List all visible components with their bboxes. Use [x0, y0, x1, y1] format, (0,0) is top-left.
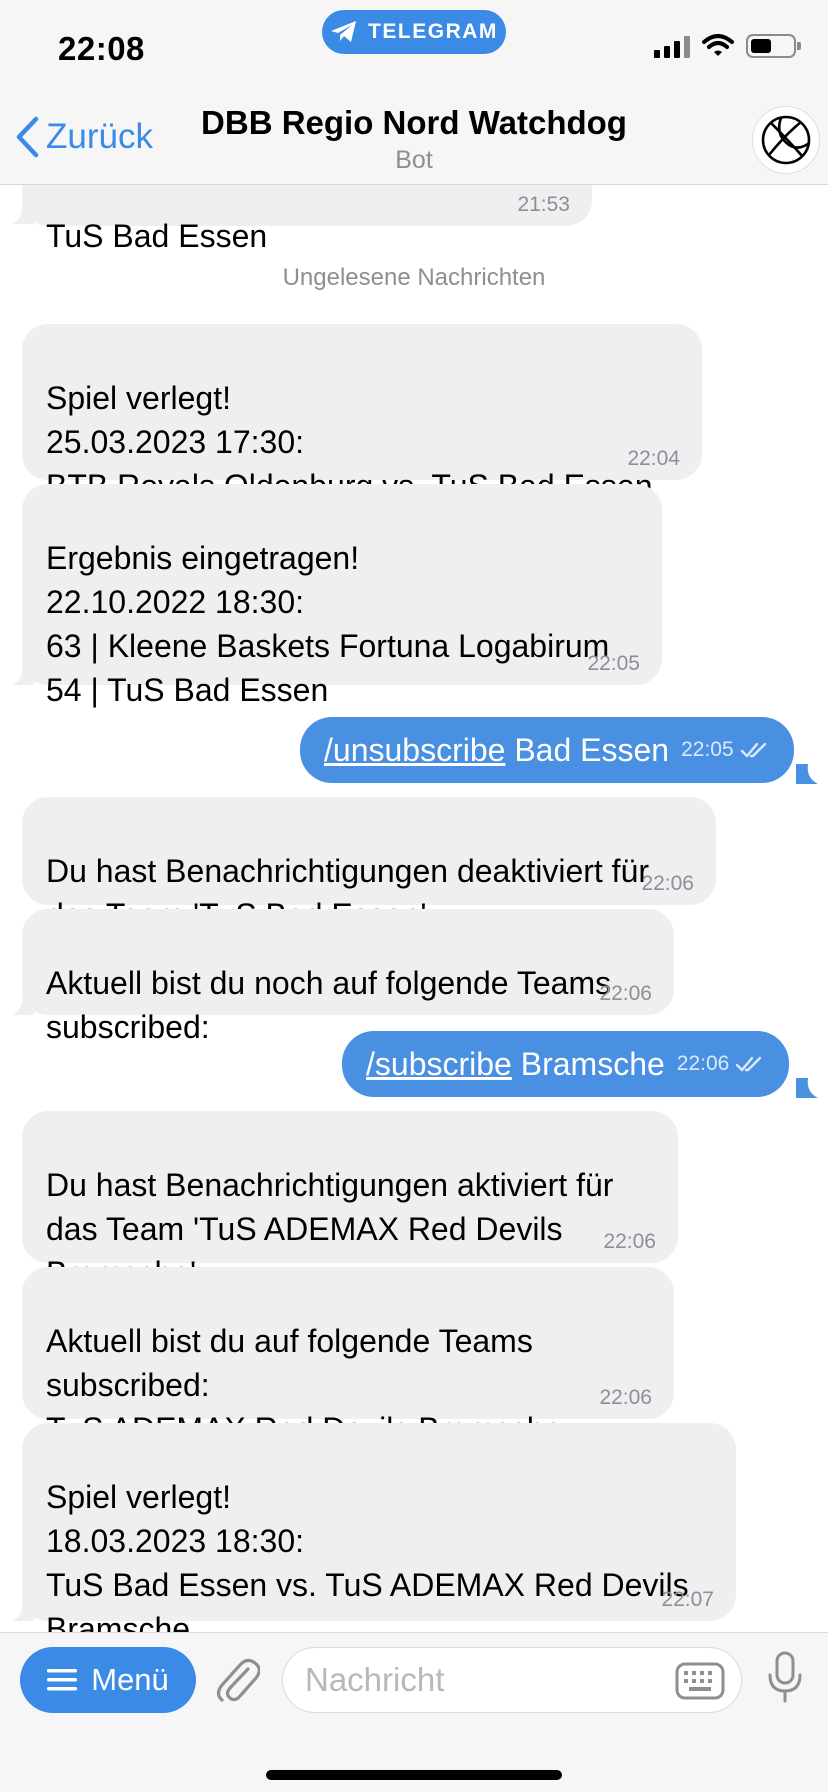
- message-time: 21:53: [517, 193, 570, 216]
- command-link-subscribe[interactable]: /subscribe: [366, 1046, 512, 1083]
- message-bubble-subscribed[interactable]: Du hast Benachrichtigungen aktiviert für…: [22, 1111, 678, 1291]
- message-bubble-game-moved-1[interactable]: Spiel verlegt! 25.03.2023 17:30: BTB Roy…: [22, 324, 702, 504]
- message-time: 22:06: [603, 1230, 656, 1253]
- message-list[interactable]: TuS Bad Essen 21:53 Ungelesene Nachricht…: [0, 184, 828, 1632]
- read-double-check-icon: [736, 1056, 762, 1072]
- telegram-pill-label: TELEGRAM: [368, 20, 498, 43]
- top-bar: 22:08 TELEGRAM Zurück DBB Regio Nord Wat…: [0, 0, 828, 185]
- message-time: 22:06: [676, 1052, 730, 1075]
- bubble-tail: [12, 665, 34, 685]
- microphone-icon[interactable]: [766, 1651, 804, 1705]
- bubble-tail: [796, 764, 818, 784]
- message-bubble-previous[interactable]: TuS Bad Essen 21:53: [22, 184, 592, 254]
- bubble-tail: [12, 1601, 34, 1621]
- telegram-pill[interactable]: TELEGRAM: [322, 10, 506, 54]
- message-bubble-current-teams[interactable]: Aktuell bist du auf folgende Teams subsc…: [22, 1267, 674, 1447]
- bubble-tail: [796, 1078, 818, 1098]
- composer-bar: Menü Nachricht: [0, 1632, 828, 1792]
- battery-icon: [746, 34, 801, 58]
- menu-label: Menü: [91, 1662, 169, 1697]
- message-time: 22:05: [681, 738, 734, 761]
- outgoing-message-subscribe[interactable]: /subscribe Bramsche 22:06: [342, 1031, 790, 1097]
- message-time: 22:06: [599, 982, 652, 1005]
- command-link-unsubscribe[interactable]: /unsubscribe: [324, 732, 505, 769]
- message-time: 22:06: [641, 872, 694, 895]
- unread-separator: Ungelesene Nachrichten: [282, 264, 546, 291]
- message-time: 22:06: [599, 1386, 652, 1409]
- chat-subtitle: Bot: [395, 146, 433, 174]
- message-text: TuS Bad Essen: [46, 218, 268, 254]
- bot-menu-button[interactable]: Menü: [20, 1647, 196, 1713]
- chat-title[interactable]: DBB Regio Nord Watchdog: [0, 104, 828, 142]
- message-bubble-result[interactable]: Ergebnis eingetragen! 22.10.2022 18:30: …: [22, 484, 662, 708]
- cellular-signal-icon: [654, 34, 690, 58]
- bubble-tail: [12, 995, 34, 1015]
- wifi-icon: [702, 34, 734, 56]
- paperclip-icon[interactable]: [214, 1655, 260, 1705]
- status-time: 22:08: [58, 30, 145, 67]
- message-time: 22:04: [627, 447, 680, 470]
- message-time: 22:05: [587, 652, 640, 675]
- message-input-placeholder: Nachricht: [305, 1661, 445, 1698]
- command-argument: Bramsche: [511, 1045, 665, 1082]
- telegram-chat-screen: 22:08 TELEGRAM Zurück DBB Regio Nord Wat…: [0, 0, 828, 1792]
- hamburger-menu-icon: [47, 1669, 78, 1691]
- message-input[interactable]: Nachricht: [282, 1647, 742, 1713]
- basketball-icon: [761, 115, 811, 165]
- keyboard-icon[interactable]: [675, 1661, 725, 1701]
- message-time: 22:07: [661, 1588, 714, 1611]
- command-argument: Bad Essen: [505, 731, 670, 768]
- status-icons: [654, 34, 801, 58]
- telegram-plane-icon: [331, 21, 357, 42]
- message-bubble-current-teams-empty[interactable]: Aktuell bist du noch auf folgende Teams …: [22, 909, 674, 1045]
- message-text: Spiel verlegt! 18.03.2023 18:30: TuS Bad…: [46, 1479, 689, 1632]
- message-bubble-unsubscribed[interactable]: Du hast Benachrichtigungen deaktiviert f…: [22, 797, 716, 933]
- read-double-check-icon: [740, 742, 766, 758]
- home-indicator[interactable]: [266, 1770, 562, 1780]
- avatar[interactable]: [752, 106, 820, 174]
- message-text: Ergebnis eingetragen! 22.10.2022 18:30: …: [46, 540, 610, 708]
- message-bubble-game-moved-2[interactable]: Spiel verlegt! 18.03.2023 18:30: TuS Bad…: [22, 1423, 736, 1632]
- bubble-tail: [12, 204, 34, 224]
- outgoing-message-unsubscribe[interactable]: /unsubscribe Bad Essen 22:05: [300, 717, 794, 783]
